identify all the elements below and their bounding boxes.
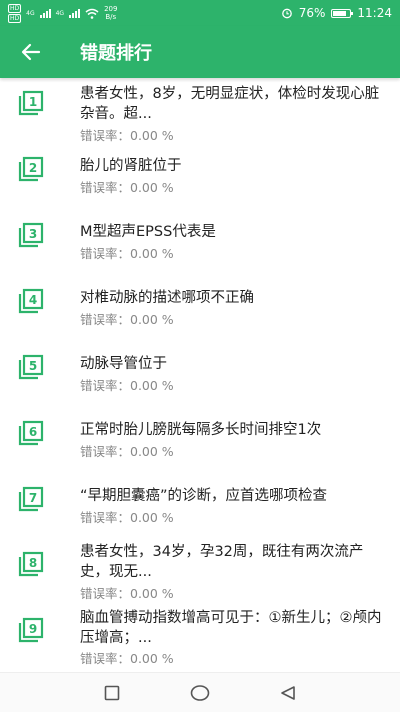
- item-number: 4: [29, 293, 37, 307]
- item-number: 7: [29, 491, 37, 505]
- list-item[interactable]: 4 对椎动脉的描述哪项不正确 错误率：0.00 %: [0, 280, 400, 346]
- question-text: 对椎动脉的描述哪项不正确: [80, 290, 254, 306]
- list-item[interactable]: 3 M型超声EPSS代表是 错误率：0.00 %: [0, 214, 400, 280]
- arrow-left-icon: [21, 43, 41, 61]
- back-triangle-icon[interactable]: [280, 685, 296, 701]
- question-text: “早期胆囊癌”的诊断，应首选哪项检查: [80, 488, 328, 504]
- question-text: 脑血管搏动指数增高可见于：①新生儿；②颅内压增高；...: [80, 610, 382, 646]
- question-text: 患者女性，34岁，孕32周，既往有两次流产史，现无...: [80, 544, 364, 580]
- alarm-icon: [281, 8, 292, 19]
- error-rate: 错误率：0.00 %: [80, 312, 174, 327]
- item-number: 3: [29, 227, 37, 241]
- numbered-badge-icon: 1: [18, 90, 44, 116]
- list-item[interactable]: 5 动脉导管位于 错误率：0.00 %: [0, 346, 400, 412]
- list-item[interactable]: 2 胎儿的肾脏位于 错误率：0.00 %: [0, 148, 400, 214]
- question-text: M型超声EPSS代表是: [80, 224, 216, 240]
- error-rate: 错误率：0.00 %: [80, 651, 174, 666]
- list-item[interactable]: 8 患者女性，34岁，孕32周，既往有两次流产史，现无... 错误率：0.00 …: [0, 542, 400, 608]
- sim-indicators: HD HD: [8, 3, 22, 23]
- network-type-1: 4G: [26, 9, 35, 17]
- question-text: 动脉导管位于: [80, 356, 167, 372]
- numbered-badge-icon: 9: [18, 617, 44, 643]
- recent-apps-icon[interactable]: [104, 685, 120, 701]
- list-item[interactable]: 7 “早期胆囊癌”的诊断，应首选哪项检查 错误率：0.00 %: [0, 478, 400, 544]
- clock-time: 11:24: [357, 6, 392, 20]
- speed-unit: B/s: [105, 13, 117, 21]
- item-number: 2: [29, 161, 37, 175]
- sim1-badge: HD: [8, 3, 22, 13]
- toolbar: 错题排行: [0, 26, 400, 78]
- item-number: 9: [29, 622, 37, 636]
- signal-icon-2: [69, 8, 81, 18]
- status-bar: HD HD 4G 4G 209 B/s 76% 11:24: [0, 0, 400, 26]
- home-icon[interactable]: [190, 684, 210, 702]
- system-nav-bar: [0, 672, 400, 712]
- error-rate: 错误率：0.00 %: [80, 180, 174, 195]
- signal-icon: [39, 8, 51, 18]
- page-title: 错题排行: [80, 43, 152, 64]
- item-number: 1: [29, 95, 37, 109]
- item-number: 6: [29, 425, 37, 439]
- error-rate: 错误率：0.00 %: [80, 444, 174, 459]
- list-item[interactable]: 1 患者女性，8岁，无明显症状，体检时发现心脏杂音。超... 错误率：0.00 …: [0, 82, 400, 148]
- question-text: 正常时胎儿膀胱每隔多长时间排空1次: [80, 422, 322, 438]
- back-button[interactable]: [0, 26, 62, 78]
- speed-value: 209: [104, 5, 118, 13]
- question-list[interactable]: 1 患者女性，8岁，无明显症状，体检时发现心脏杂音。超... 错误率：0.00 …: [0, 78, 400, 672]
- numbered-badge-icon: 2: [18, 156, 44, 182]
- numbered-badge-icon: 7: [18, 486, 44, 512]
- wifi-icon: [85, 8, 99, 19]
- error-rate: 错误率：0.00 %: [80, 510, 174, 525]
- numbered-badge-icon: 3: [18, 222, 44, 248]
- question-text: 胎儿的肾脏位于: [80, 158, 182, 174]
- item-number: 5: [29, 359, 37, 373]
- error-rate: 错误率：0.00 %: [80, 378, 174, 393]
- question-text: 患者女性，8岁，无明显症状，体检时发现心脏杂音。超...: [80, 86, 380, 122]
- numbered-badge-icon: 8: [18, 551, 44, 577]
- network-type-2: 4G: [55, 9, 65, 17]
- numbered-badge-icon: 5: [18, 354, 44, 380]
- numbered-badge-icon: 4: [18, 288, 44, 314]
- battery-percent: 76%: [298, 6, 326, 20]
- list-item[interactable]: 9 脑血管搏动指数增高可见于：①新生儿；②颅内压增高；... 错误率：0.00 …: [0, 608, 400, 672]
- error-rate: 错误率：0.00 %: [80, 128, 174, 143]
- sim2-badge: HD: [8, 13, 22, 23]
- list-item[interactable]: 6 正常时胎儿膀胱每隔多长时间排空1次 错误率：0.00 %: [0, 412, 400, 478]
- numbered-badge-icon: 6: [18, 420, 44, 446]
- network-speed: 209 B/s: [104, 5, 117, 21]
- item-number: 8: [29, 556, 37, 570]
- battery-icon: [331, 8, 354, 18]
- error-rate: 错误率：0.00 %: [80, 246, 174, 261]
- error-rate: 错误率：0.00 %: [80, 586, 174, 601]
